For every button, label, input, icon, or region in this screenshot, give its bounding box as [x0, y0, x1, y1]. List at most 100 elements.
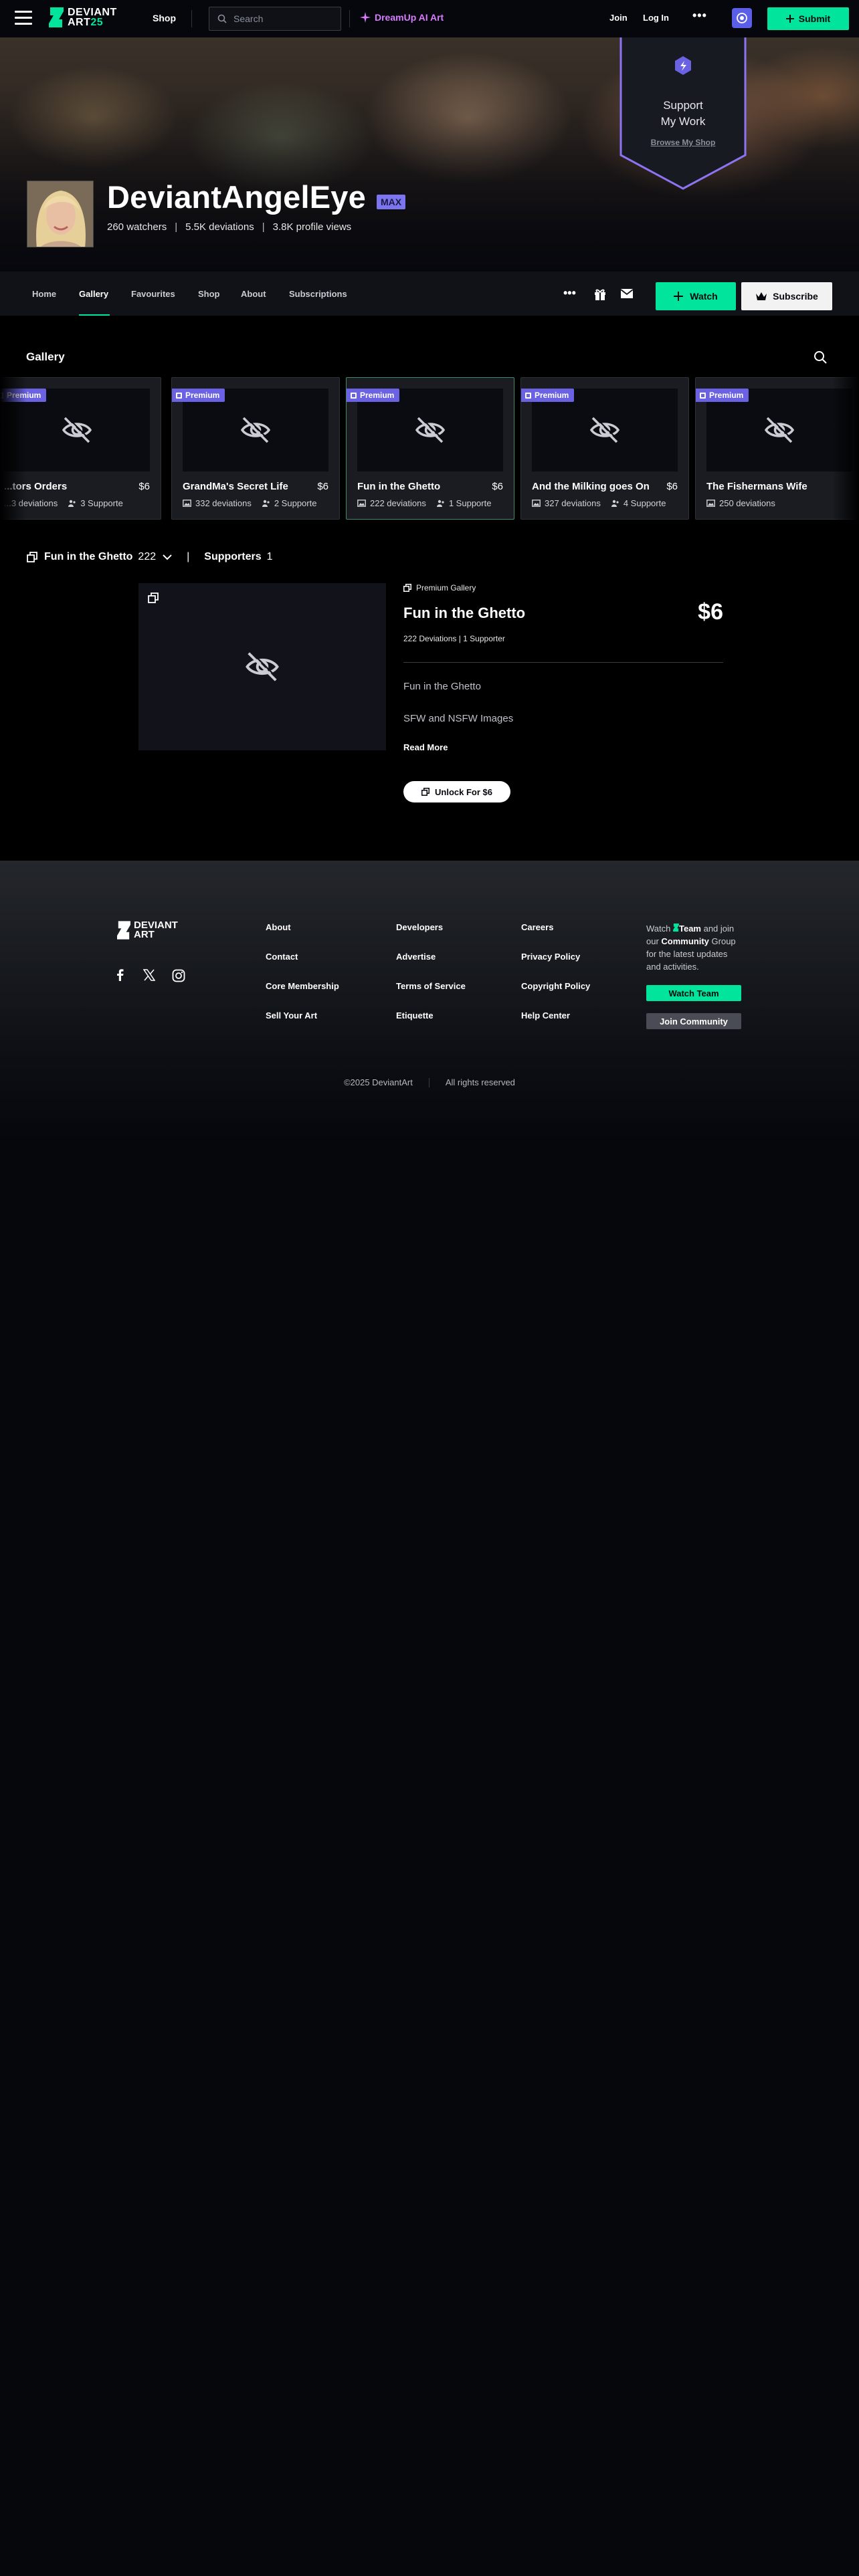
tab-home[interactable]: Home [32, 289, 56, 299]
support-line1: Support [663, 99, 703, 112]
supporters-icon [262, 500, 270, 507]
watch-label: Watch [690, 291, 718, 302]
gallery-card[interactable]: Premium And the Milking goes On $6 327 d… [520, 377, 689, 520]
card-price: $6 [317, 481, 328, 492]
premium-gallery-icon [403, 584, 411, 592]
gallery-card[interactable]: Premium GrandMa's Secret Life $6 332 dev… [171, 377, 340, 520]
footer-logo[interactable]: DEVIANT ART [117, 920, 178, 940]
gallery-carousel: Premium ...tors Orders $6 ...3 deviation… [0, 377, 859, 522]
card-price: $6 [492, 481, 503, 492]
plus-icon [674, 292, 684, 301]
deviantart-logo-icon [673, 924, 679, 932]
divider [403, 662, 723, 663]
watch-team-button[interactable]: Watch Team [646, 985, 741, 1001]
footer-link-help-center[interactable]: Help Center [521, 1010, 590, 1021]
footer-link-copyright[interactable]: Copyright Policy [521, 981, 590, 992]
supporters-link[interactable]: Supporters [204, 551, 261, 563]
search-icon[interactable] [814, 350, 827, 364]
gift-icon[interactable] [593, 288, 607, 301]
search-input[interactable]: Search [209, 7, 341, 31]
image-icon [357, 500, 366, 507]
facebook-icon[interactable] [114, 969, 125, 981]
profile-views-count: 3.8K profile views [272, 221, 352, 233]
premium-gallery-icon [148, 593, 159, 603]
copyright-bar: ©2025 DeviantArt All rights reserved [0, 1077, 859, 1087]
menu-icon[interactable] [15, 11, 32, 25]
tab-about[interactable]: About [241, 289, 266, 299]
browse-shop-link[interactable]: Browse My Shop [619, 138, 747, 147]
footer-link-core-membership[interactable]: Core Membership [266, 981, 339, 992]
profile-stats: 260 watchers | 5.5K deviations | 3.8K pr… [107, 221, 351, 233]
gallery-section: Gallery Premium ...tors Orders $6 ...3 d… [0, 316, 859, 861]
unlock-button[interactable]: Unlock For $6 [403, 781, 510, 802]
image-icon [532, 500, 541, 507]
footer-link-advertise[interactable]: Advertise [396, 952, 466, 962]
membership-badge[interactable]: MAX [377, 195, 406, 209]
tab-favourites[interactable]: Favourites [131, 289, 175, 299]
card-supporters: 1 Supporte [448, 498, 492, 508]
core-membership-icon[interactable] [732, 8, 752, 28]
watch-button[interactable]: Watch [656, 282, 736, 310]
instagram-icon[interactable] [172, 969, 185, 982]
card-deviations: 327 deviations [545, 498, 601, 508]
subscribe-label: Subscribe [773, 291, 818, 302]
footer-column-3: Careers Privacy Policy Copyright Policy … [521, 922, 590, 1040]
dreamup-link[interactable]: DreamUp AI Art [360, 12, 444, 23]
footer-link-careers[interactable]: Careers [521, 922, 590, 933]
footer-link-developers[interactable]: Developers [396, 922, 466, 933]
mail-icon[interactable] [620, 288, 634, 299]
read-more-link[interactable]: Read More [403, 742, 448, 752]
submit-button[interactable]: Submit [767, 7, 849, 30]
search-icon [217, 14, 227, 23]
rights-text: All rights reserved [445, 1077, 515, 1087]
footer-link-contact[interactable]: Contact [266, 952, 339, 962]
watchers-count[interactable]: 260 watchers [107, 221, 167, 233]
premium-badge: Premium [172, 389, 225, 402]
tab-subscriptions[interactable]: Subscriptions [289, 289, 347, 299]
current-gallery-name[interactable]: Fun in the Ghetto [44, 551, 132, 563]
x-twitter-icon[interactable] [143, 969, 155, 981]
deviantart-logo[interactable]: DEVIANT ART25 [49, 7, 117, 28]
nav-shop-link[interactable]: Shop [153, 13, 176, 23]
dreamup-label: DreamUp AI Art [375, 12, 444, 23]
detail-price: $6 [698, 599, 723, 625]
card-title: The Fishermans Wife [706, 481, 807, 492]
gallery-heading: Gallery [26, 350, 65, 363]
footer-link-about[interactable]: About [266, 922, 339, 933]
top-navigation-bar: DEVIANT ART25 Shop Search DreamUp AI Art … [0, 0, 859, 37]
footer-link-etiquette[interactable]: Etiquette [396, 1010, 466, 1021]
gallery-preview[interactable] [138, 583, 386, 750]
more-actions-icon[interactable]: ••• [563, 286, 576, 300]
join-community-button[interactable]: Join Community [646, 1013, 741, 1029]
image-icon [706, 500, 715, 507]
card-supporters: 3 Supporte [80, 498, 123, 508]
support-banner-shape [619, 37, 747, 190]
unlock-label: Unlock For $6 [435, 786, 492, 797]
support-my-work-banner[interactable]: Support My Work Browse My Shop [619, 37, 747, 190]
gallery-card-selected[interactable]: Premium Fun in the Ghetto $6 222 deviati… [346, 377, 514, 520]
card-title: Fun in the Ghetto [357, 481, 441, 492]
tab-shop[interactable]: Shop [198, 289, 220, 299]
blurb-team: Team [678, 924, 701, 934]
footer-link-terms[interactable]: Terms of Service [396, 981, 466, 992]
copyright-text: ©2025 DeviantArt [344, 1077, 413, 1087]
footer-link-privacy[interactable]: Privacy Policy [521, 952, 590, 962]
tab-gallery[interactable]: Gallery [79, 289, 108, 299]
blurb-community: Community [661, 936, 709, 946]
profile-cover: Support My Work Browse My Shop [0, 37, 859, 272]
submit-label: Submit [798, 13, 831, 24]
carousel-fade-left [0, 377, 27, 522]
footer-link-sell-your-art[interactable]: Sell Your Art [266, 1010, 339, 1021]
premium-badge: Premium [347, 389, 400, 402]
chevron-down-icon[interactable] [163, 554, 172, 560]
more-menu-icon[interactable]: ••• [692, 9, 707, 23]
premium-label: Premium [535, 391, 569, 400]
login-link[interactable]: Log In [643, 13, 669, 23]
footer: DEVIANT ART About Contact Core Membershi… [0, 861, 859, 2576]
subscribe-button[interactable]: Subscribe [741, 282, 832, 310]
avatar[interactable] [27, 181, 94, 247]
join-link[interactable]: Join [609, 13, 628, 23]
card-meta: 250 deviations [706, 498, 775, 508]
detail-meta: 222 Deviations | 1 Supporter [403, 634, 505, 643]
stat-separator: | [175, 221, 178, 233]
